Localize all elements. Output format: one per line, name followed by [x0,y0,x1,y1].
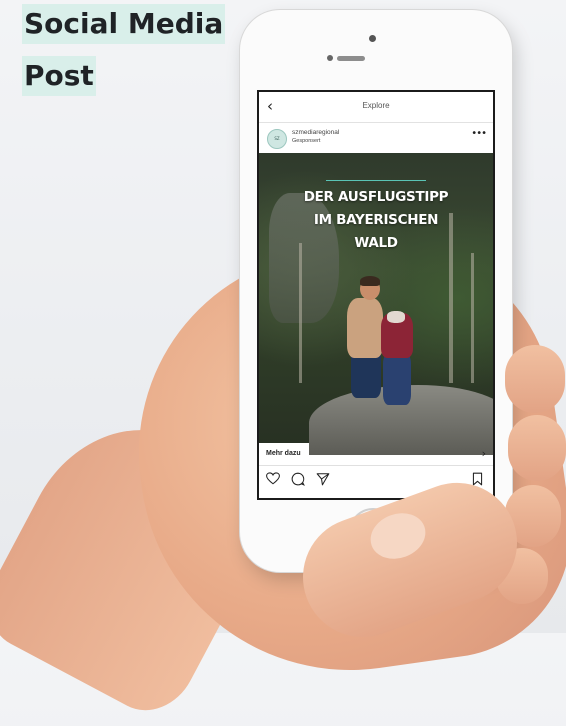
post-header: SZ szmediaregional Gesponsert ••• [259,125,493,153]
person-man-body [347,298,383,358]
headline-line-2: Post [22,56,96,96]
tree-trunk [299,243,302,383]
post-text-line-3: WALD [354,235,398,251]
front-camera [369,35,376,42]
account-name[interactable]: szmediaregional [292,129,339,136]
chevron-right-icon: › [481,447,486,460]
more-options-button[interactable]: ••• [471,128,487,139]
sponsored-label: Gesponsert [292,138,321,144]
post-image[interactable]: DER AUSFLUGSTIPP IM BAYERISCHEN WALD [259,153,493,455]
app-top-bar: ‹ Explore [259,92,493,123]
account-avatar[interactable]: SZ [267,129,287,149]
person-man-hair [360,276,380,286]
proximity-sensor [327,55,333,61]
headline: Social Media Post [22,4,226,108]
send-icon[interactable] [316,472,330,486]
accent-line [326,180,426,181]
finger [505,345,565,413]
person-woman-scarf [387,311,405,323]
screen-title: Explore [362,101,390,110]
post-overlay-text: DER AUSFLUGSTIPP IM BAYERISCHEN WALD [259,186,493,255]
post-text-line-1: DER AUSFLUGSTIPP [303,189,449,205]
person-woman-legs [383,353,411,405]
finger [508,415,566,481]
cta-bar[interactable]: Mehr dazu › [259,443,493,466]
post-text-line-2: IM BAYERISCHEN [313,212,439,228]
bookmark-icon[interactable] [472,472,483,486]
earpiece-speaker [337,56,365,61]
comment-icon[interactable] [291,472,305,486]
heart-icon[interactable] [266,472,280,485]
headline-line-1: Social Media [22,4,226,44]
tree-trunk [471,253,474,383]
cta-label: Mehr dazu [266,450,301,457]
phone-screen: ‹ Explore SZ szmediaregional Gesponsert … [257,90,495,500]
